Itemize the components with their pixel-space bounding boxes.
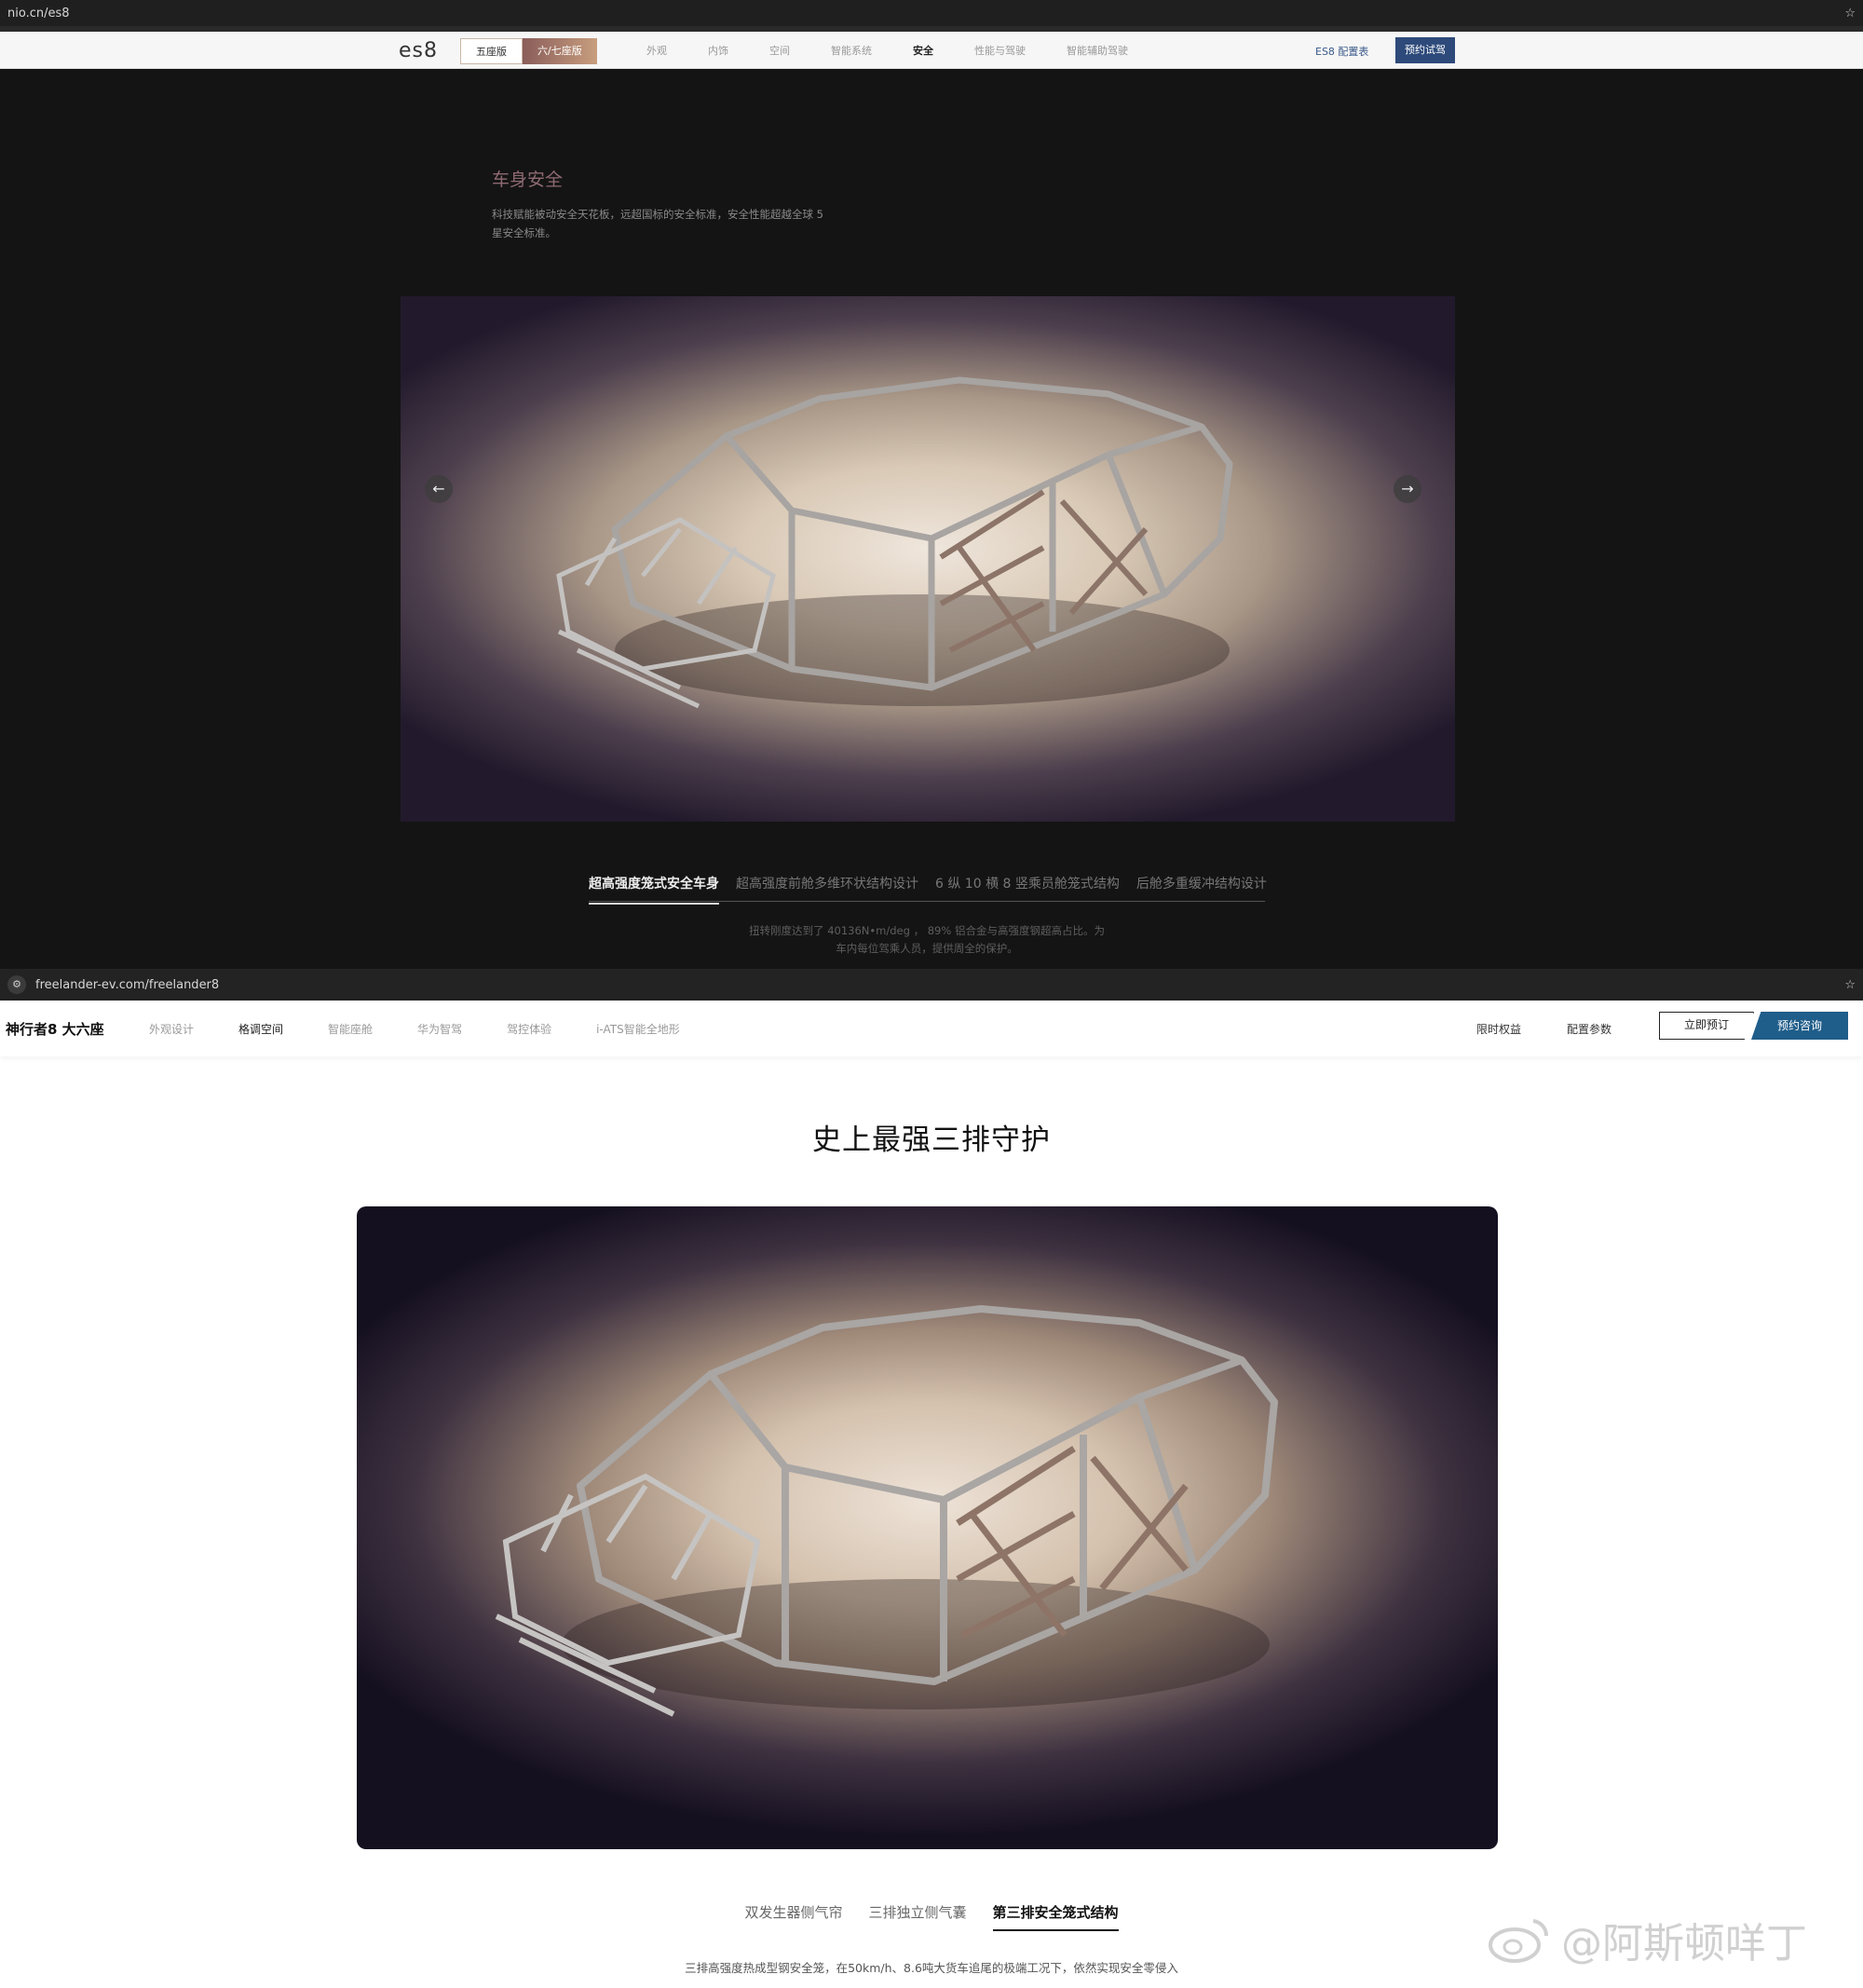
nav-link-assisted-driving[interactable]: 智能辅助驾驶 — [1067, 43, 1128, 58]
tab-third-row-cage[interactable]: 第三排安全笼式结构 — [992, 1902, 1119, 1931]
seat-version-switch: 五座版 六/七座版 — [460, 38, 597, 64]
tab-description: 扭转刚度达到了 40136N•m/deg ， 89% 铝合金与高强度钢超高占比。… — [749, 924, 1105, 955]
nav-link-iats[interactable]: i-ATS智能全地形 — [596, 1021, 680, 1037]
tab-third-row-airbag[interactable]: 三排独立侧气囊 — [868, 1902, 966, 1931]
nav-link-smart-system[interactable]: 智能系统 — [831, 43, 872, 58]
section-title: 车身安全 — [492, 170, 564, 190]
section-title: 史上最强三排守护 — [812, 1123, 1051, 1157]
nav-link-style-space[interactable]: 格调空间 — [238, 1021, 283, 1037]
browser-address-bar[interactable]: nio.cn/es8 ☆ — [0, 0, 1863, 26]
watermark-text: @阿斯顿咩丁 — [1561, 1920, 1807, 1968]
address-left: ⚙ freelander-ev.com/freelander8 — [7, 975, 219, 994]
config-link[interactable]: 配置参数 — [1567, 1021, 1611, 1037]
test-drive-button[interactable]: 预约试驾 — [1395, 37, 1455, 63]
consult-button[interactable]: 预约咨询 — [1751, 1012, 1848, 1040]
car-frame-graphic — [495, 1305, 1278, 1717]
nav-link-huawei-adas[interactable]: 华为智驾 — [417, 1021, 462, 1037]
order-now-button[interactable]: 立即预订 — [1659, 1012, 1754, 1040]
tab-cage-body[interactable]: 超高强度笼式安全车身 — [589, 874, 719, 905]
brand-title[interactable]: 神行者8 大六座 — [6, 1019, 104, 1039]
nio-page: nio.cn/es8 ☆ es8 五座版 六/七座版 外观 内饰 空间 智能系统… — [0, 0, 1863, 969]
car-frame-graphic — [556, 376, 1233, 709]
nav-link-smart-cockpit[interactable]: 智能座舱 — [328, 1021, 373, 1037]
nio-nav: es8 五座版 六/七座版 外观 内饰 空间 智能系统 安全 性能与驾驶 智能辅… — [0, 32, 1863, 69]
nav-link-driving[interactable]: 驾控体验 — [507, 1021, 551, 1037]
freelander-page: ⚙ freelander-ev.com/freelander8 ☆ 神行者8 大… — [0, 969, 1863, 1988]
site-settings-icon[interactable]: ⚙ — [7, 975, 26, 994]
es8-logo[interactable]: es8 — [399, 39, 438, 62]
tab-cabin-cage[interactable]: 6 纵 10 横 8 竖乘员舱笼式结构 — [935, 874, 1120, 892]
tab-front-ring-structure[interactable]: 超高强度前舱多维环状结构设计 — [736, 874, 918, 892]
nav-link-performance[interactable]: 性能与驾驶 — [974, 43, 1026, 58]
url-text[interactable]: nio.cn/es8 — [7, 7, 70, 20]
bookmark-star-icon[interactable]: ☆ — [1844, 7, 1856, 20]
carousel-prev-button[interactable]: ← — [425, 475, 453, 503]
nav-link-space[interactable]: 空间 — [769, 43, 790, 58]
section-description: 科技赋能被动安全天花板，远超国标的安全标准，安全性能超越全球 5 星安全标准。 — [492, 208, 823, 239]
offers-link[interactable]: 限时权益 — [1476, 1021, 1521, 1037]
nav-link-exterior[interactable]: 外观 — [646, 43, 667, 58]
tab-side-curtain[interactable]: 双发生器侧气帘 — [744, 1902, 842, 1931]
body-frame-image — [357, 1206, 1498, 1849]
weibo-icon — [1489, 1919, 1549, 1963]
safety-tabs: 超高强度笼式安全车身 超高强度前舱多维环状结构设计 6 纵 10 横 8 竖乘员… — [589, 865, 1267, 905]
body-frame-image: ← → — [401, 296, 1455, 822]
spec-link[interactable]: ES8 配置表 — [1315, 44, 1368, 59]
seg-five-seat[interactable]: 五座版 — [460, 38, 523, 64]
nav-link-exterior-design[interactable]: 外观设计 — [149, 1021, 194, 1037]
nav-link-interior[interactable]: 内饰 — [708, 43, 728, 58]
carousel-next-button[interactable]: → — [1394, 475, 1421, 503]
bookmark-star-icon[interactable]: ☆ — [1844, 978, 1856, 992]
browser-address-bar[interactable]: ⚙ freelander-ev.com/freelander8 ☆ — [0, 969, 1863, 1001]
url-text[interactable]: freelander-ev.com/freelander8 — [35, 978, 219, 992]
nav-link-safety[interactable]: 安全 — [913, 43, 933, 58]
tab-rear-buffer[interactable]: 后舱多重缓冲结构设计 — [1136, 874, 1267, 892]
seg-six-seven-seat[interactable]: 六/七座版 — [523, 38, 597, 64]
nio-nav-links: 外观 内饰 空间 智能系统 安全 性能与驾驶 智能辅助驾驶 — [646, 32, 1169, 69]
watermark: @阿斯顿咩丁 — [1487, 1910, 1807, 1969]
freelander-nav-links: 外观设计 格调空间 智能座舱 华为智驾 驾控体验 i-ATS智能全地形 — [149, 1001, 725, 1056]
freelander-nav: 神行者8 大六座 外观设计 格调空间 智能座舱 华为智驾 驾控体验 i-ATS智… — [0, 1001, 1863, 1056]
